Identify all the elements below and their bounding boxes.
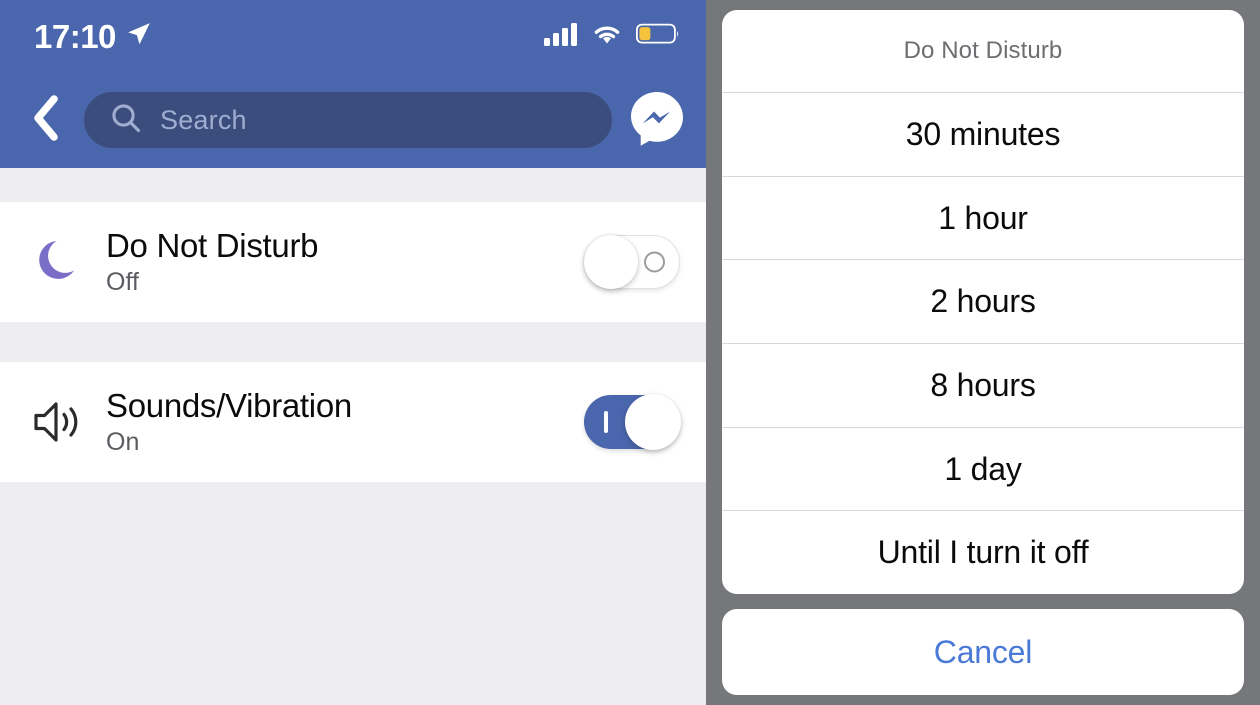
settings-pane: 17:10 Search Do Not Disturb Off Sounds/V… (0, 0, 706, 705)
action-sheet-option-2-hours[interactable]: 2 hours (722, 260, 1244, 345)
location-arrow-icon (126, 21, 152, 52)
search-placeholder-text: Search (160, 104, 247, 135)
screen: 17:10 Search Do Not Disturb Off Sounds/V… (0, 0, 1260, 705)
action-sheet-title: Do Not Disturb (722, 10, 1244, 93)
status-clock: 17:10 (34, 17, 116, 55)
setting-row-sounds-vibration[interactable]: Sounds/Vibration On (0, 362, 706, 482)
cancel-button[interactable]: Cancel (722, 609, 1244, 695)
status-bar-left: 17:10 (34, 20, 152, 53)
action-sheet-option-1-day[interactable]: 1 day (722, 428, 1244, 512)
status-bar-right (544, 22, 680, 51)
cellular-signal-icon (544, 22, 578, 51)
speaker-waves-icon (24, 394, 96, 450)
toggle-do-not-disturb[interactable] (584, 235, 680, 289)
back-button[interactable] (24, 94, 68, 146)
toggle-on-mark-icon (604, 411, 608, 433)
toggle-knob (625, 394, 681, 450)
toggle-sounds-vibration[interactable] (584, 394, 681, 450)
search-row: Search (0, 72, 706, 168)
setting-status: On (106, 428, 140, 457)
action-sheet-option-1-hour[interactable]: 1 hour (722, 177, 1244, 261)
back-chevron-icon (31, 94, 61, 147)
status-bar: 17:10 (0, 0, 706, 72)
wifi-icon (591, 22, 623, 51)
setting-row-do-not-disturb[interactable]: Do Not Disturb Off (0, 202, 706, 322)
messenger-button[interactable] (628, 91, 686, 149)
toggle-off-mark-icon (644, 251, 665, 273)
app-header: 17:10 Search (0, 0, 706, 168)
action-sheet: Do Not Disturb 30 minutes 1 hour 2 hours… (722, 10, 1244, 594)
moon-icon (24, 234, 96, 290)
setting-title: Sounds/Vibration (106, 386, 352, 424)
setting-status: Off (106, 268, 139, 297)
action-sheet-pane: Do Not Disturb 30 minutes 1 hour 2 hours… (706, 0, 1260, 705)
toggle-knob (584, 235, 638, 289)
action-sheet-option-30-minutes[interactable]: 30 minutes (722, 93, 1244, 177)
messenger-logo-icon (628, 89, 686, 152)
battery-low-icon (635, 22, 680, 51)
setting-title: Do Not Disturb (106, 226, 319, 264)
setting-row-text: Do Not Disturb Off (96, 226, 584, 297)
setting-row-text: Sounds/Vibration On (96, 386, 584, 457)
search-input[interactable]: Search (84, 92, 612, 148)
search-icon (110, 102, 142, 139)
action-sheet-option-until-i-turn-it-off[interactable]: Until I turn it off (722, 511, 1244, 594)
action-sheet-option-8-hours[interactable]: 8 hours (722, 344, 1244, 428)
